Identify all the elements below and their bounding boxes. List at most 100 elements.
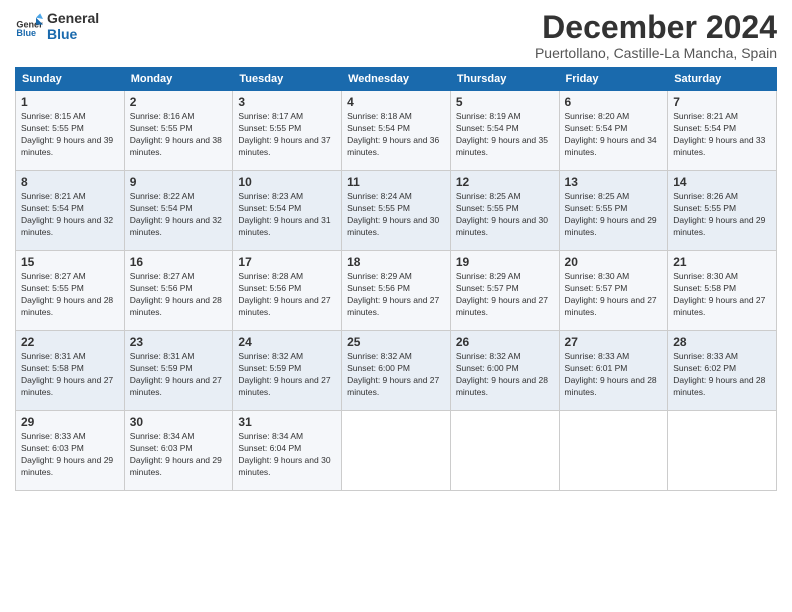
title-area: December 2024 Puertollano, Castille-La M… [535, 10, 777, 61]
day-info: Sunrise: 8:20 AM Sunset: 5:54 PM Dayligh… [565, 111, 663, 159]
day-number: 20 [565, 255, 663, 269]
table-row: 30 Sunrise: 8:34 AM Sunset: 6:03 PM Dayl… [124, 411, 233, 491]
day-info: Sunrise: 8:27 AM Sunset: 5:55 PM Dayligh… [21, 271, 119, 319]
table-row [342, 411, 451, 491]
table-row: 21 Sunrise: 8:30 AM Sunset: 5:58 PM Dayl… [668, 251, 777, 331]
table-row [668, 411, 777, 491]
day-info: Sunrise: 8:31 AM Sunset: 5:59 PM Dayligh… [130, 351, 228, 399]
day-number: 24 [238, 335, 336, 349]
day-info: Sunrise: 8:33 AM Sunset: 6:03 PM Dayligh… [21, 431, 119, 479]
table-row: 25 Sunrise: 8:32 AM Sunset: 6:00 PM Dayl… [342, 331, 451, 411]
day-info: Sunrise: 8:33 AM Sunset: 6:02 PM Dayligh… [673, 351, 771, 399]
month-title: December 2024 [535, 10, 777, 45]
day-info: Sunrise: 8:32 AM Sunset: 6:00 PM Dayligh… [456, 351, 554, 399]
day-number: 5 [456, 95, 554, 109]
day-info: Sunrise: 8:21 AM Sunset: 5:54 PM Dayligh… [21, 191, 119, 239]
day-number: 1 [21, 95, 119, 109]
day-info: Sunrise: 8:25 AM Sunset: 5:55 PM Dayligh… [565, 191, 663, 239]
day-info: Sunrise: 8:16 AM Sunset: 5:55 PM Dayligh… [130, 111, 228, 159]
day-number: 15 [21, 255, 119, 269]
table-row: 10 Sunrise: 8:23 AM Sunset: 5:54 PM Dayl… [233, 171, 342, 251]
table-row: 17 Sunrise: 8:28 AM Sunset: 5:56 PM Dayl… [233, 251, 342, 331]
day-number: 19 [456, 255, 554, 269]
page: General Blue General Blue December 2024 … [0, 0, 792, 612]
table-row: 22 Sunrise: 8:31 AM Sunset: 5:58 PM Dayl… [16, 331, 125, 411]
logo: General Blue General Blue [15, 10, 99, 42]
day-number: 7 [673, 95, 771, 109]
table-row: 3 Sunrise: 8:17 AM Sunset: 5:55 PM Dayli… [233, 91, 342, 171]
day-info: Sunrise: 8:31 AM Sunset: 5:58 PM Dayligh… [21, 351, 119, 399]
day-number: 30 [130, 415, 228, 429]
col-tuesday: Tuesday [233, 68, 342, 91]
table-row: 15 Sunrise: 8:27 AM Sunset: 5:55 PM Dayl… [16, 251, 125, 331]
day-number: 16 [130, 255, 228, 269]
day-number: 4 [347, 95, 445, 109]
table-row: 2 Sunrise: 8:16 AM Sunset: 5:55 PM Dayli… [124, 91, 233, 171]
table-row: 20 Sunrise: 8:30 AM Sunset: 5:57 PM Dayl… [559, 251, 668, 331]
day-number: 29 [21, 415, 119, 429]
day-number: 26 [456, 335, 554, 349]
table-row: 13 Sunrise: 8:25 AM Sunset: 5:55 PM Dayl… [559, 171, 668, 251]
table-row: 5 Sunrise: 8:19 AM Sunset: 5:54 PM Dayli… [450, 91, 559, 171]
col-monday: Monday [124, 68, 233, 91]
svg-text:Blue: Blue [16, 28, 36, 38]
day-number: 18 [347, 255, 445, 269]
day-number: 22 [21, 335, 119, 349]
day-info: Sunrise: 8:33 AM Sunset: 6:01 PM Dayligh… [565, 351, 663, 399]
day-info: Sunrise: 8:30 AM Sunset: 5:58 PM Dayligh… [673, 271, 771, 319]
day-number: 21 [673, 255, 771, 269]
day-info: Sunrise: 8:19 AM Sunset: 5:54 PM Dayligh… [456, 111, 554, 159]
day-info: Sunrise: 8:26 AM Sunset: 5:55 PM Dayligh… [673, 191, 771, 239]
day-number: 8 [21, 175, 119, 189]
logo-general: General [47, 10, 99, 26]
day-info: Sunrise: 8:34 AM Sunset: 6:04 PM Dayligh… [238, 431, 336, 479]
day-info: Sunrise: 8:29 AM Sunset: 5:56 PM Dayligh… [347, 271, 445, 319]
day-info: Sunrise: 8:21 AM Sunset: 5:54 PM Dayligh… [673, 111, 771, 159]
table-row: 6 Sunrise: 8:20 AM Sunset: 5:54 PM Dayli… [559, 91, 668, 171]
day-info: Sunrise: 8:18 AM Sunset: 5:54 PM Dayligh… [347, 111, 445, 159]
table-row: 26 Sunrise: 8:32 AM Sunset: 6:00 PM Dayl… [450, 331, 559, 411]
table-row: 31 Sunrise: 8:34 AM Sunset: 6:04 PM Dayl… [233, 411, 342, 491]
col-saturday: Saturday [668, 68, 777, 91]
table-row: 24 Sunrise: 8:32 AM Sunset: 5:59 PM Dayl… [233, 331, 342, 411]
logo-icon: General Blue [15, 12, 43, 40]
day-number: 25 [347, 335, 445, 349]
day-info: Sunrise: 8:29 AM Sunset: 5:57 PM Dayligh… [456, 271, 554, 319]
day-number: 2 [130, 95, 228, 109]
table-row: 14 Sunrise: 8:26 AM Sunset: 5:55 PM Dayl… [668, 171, 777, 251]
table-row [559, 411, 668, 491]
day-info: Sunrise: 8:17 AM Sunset: 5:55 PM Dayligh… [238, 111, 336, 159]
day-info: Sunrise: 8:27 AM Sunset: 5:56 PM Dayligh… [130, 271, 228, 319]
table-row: 4 Sunrise: 8:18 AM Sunset: 5:54 PM Dayli… [342, 91, 451, 171]
table-row [450, 411, 559, 491]
table-row: 7 Sunrise: 8:21 AM Sunset: 5:54 PM Dayli… [668, 91, 777, 171]
day-info: Sunrise: 8:25 AM Sunset: 5:55 PM Dayligh… [456, 191, 554, 239]
table-row: 23 Sunrise: 8:31 AM Sunset: 5:59 PM Dayl… [124, 331, 233, 411]
table-row: 29 Sunrise: 8:33 AM Sunset: 6:03 PM Dayl… [16, 411, 125, 491]
day-number: 10 [238, 175, 336, 189]
day-number: 14 [673, 175, 771, 189]
table-row: 28 Sunrise: 8:33 AM Sunset: 6:02 PM Dayl… [668, 331, 777, 411]
table-row: 9 Sunrise: 8:22 AM Sunset: 5:54 PM Dayli… [124, 171, 233, 251]
day-info: Sunrise: 8:15 AM Sunset: 5:55 PM Dayligh… [21, 111, 119, 159]
location: Puertollano, Castille-La Mancha, Spain [535, 45, 777, 61]
day-info: Sunrise: 8:24 AM Sunset: 5:55 PM Dayligh… [347, 191, 445, 239]
day-number: 9 [130, 175, 228, 189]
day-number: 3 [238, 95, 336, 109]
logo-blue: Blue [47, 26, 99, 42]
day-number: 27 [565, 335, 663, 349]
day-number: 13 [565, 175, 663, 189]
day-number: 31 [238, 415, 336, 429]
day-info: Sunrise: 8:30 AM Sunset: 5:57 PM Dayligh… [565, 271, 663, 319]
col-thursday: Thursday [450, 68, 559, 91]
header: General Blue General Blue December 2024 … [15, 10, 777, 61]
table-row: 19 Sunrise: 8:29 AM Sunset: 5:57 PM Dayl… [450, 251, 559, 331]
table-row: 8 Sunrise: 8:21 AM Sunset: 5:54 PM Dayli… [16, 171, 125, 251]
calendar-table: Sunday Monday Tuesday Wednesday Thursday… [15, 67, 777, 491]
day-info: Sunrise: 8:32 AM Sunset: 6:00 PM Dayligh… [347, 351, 445, 399]
day-info: Sunrise: 8:22 AM Sunset: 5:54 PM Dayligh… [130, 191, 228, 239]
day-number: 23 [130, 335, 228, 349]
day-number: 28 [673, 335, 771, 349]
day-info: Sunrise: 8:28 AM Sunset: 5:56 PM Dayligh… [238, 271, 336, 319]
day-number: 17 [238, 255, 336, 269]
